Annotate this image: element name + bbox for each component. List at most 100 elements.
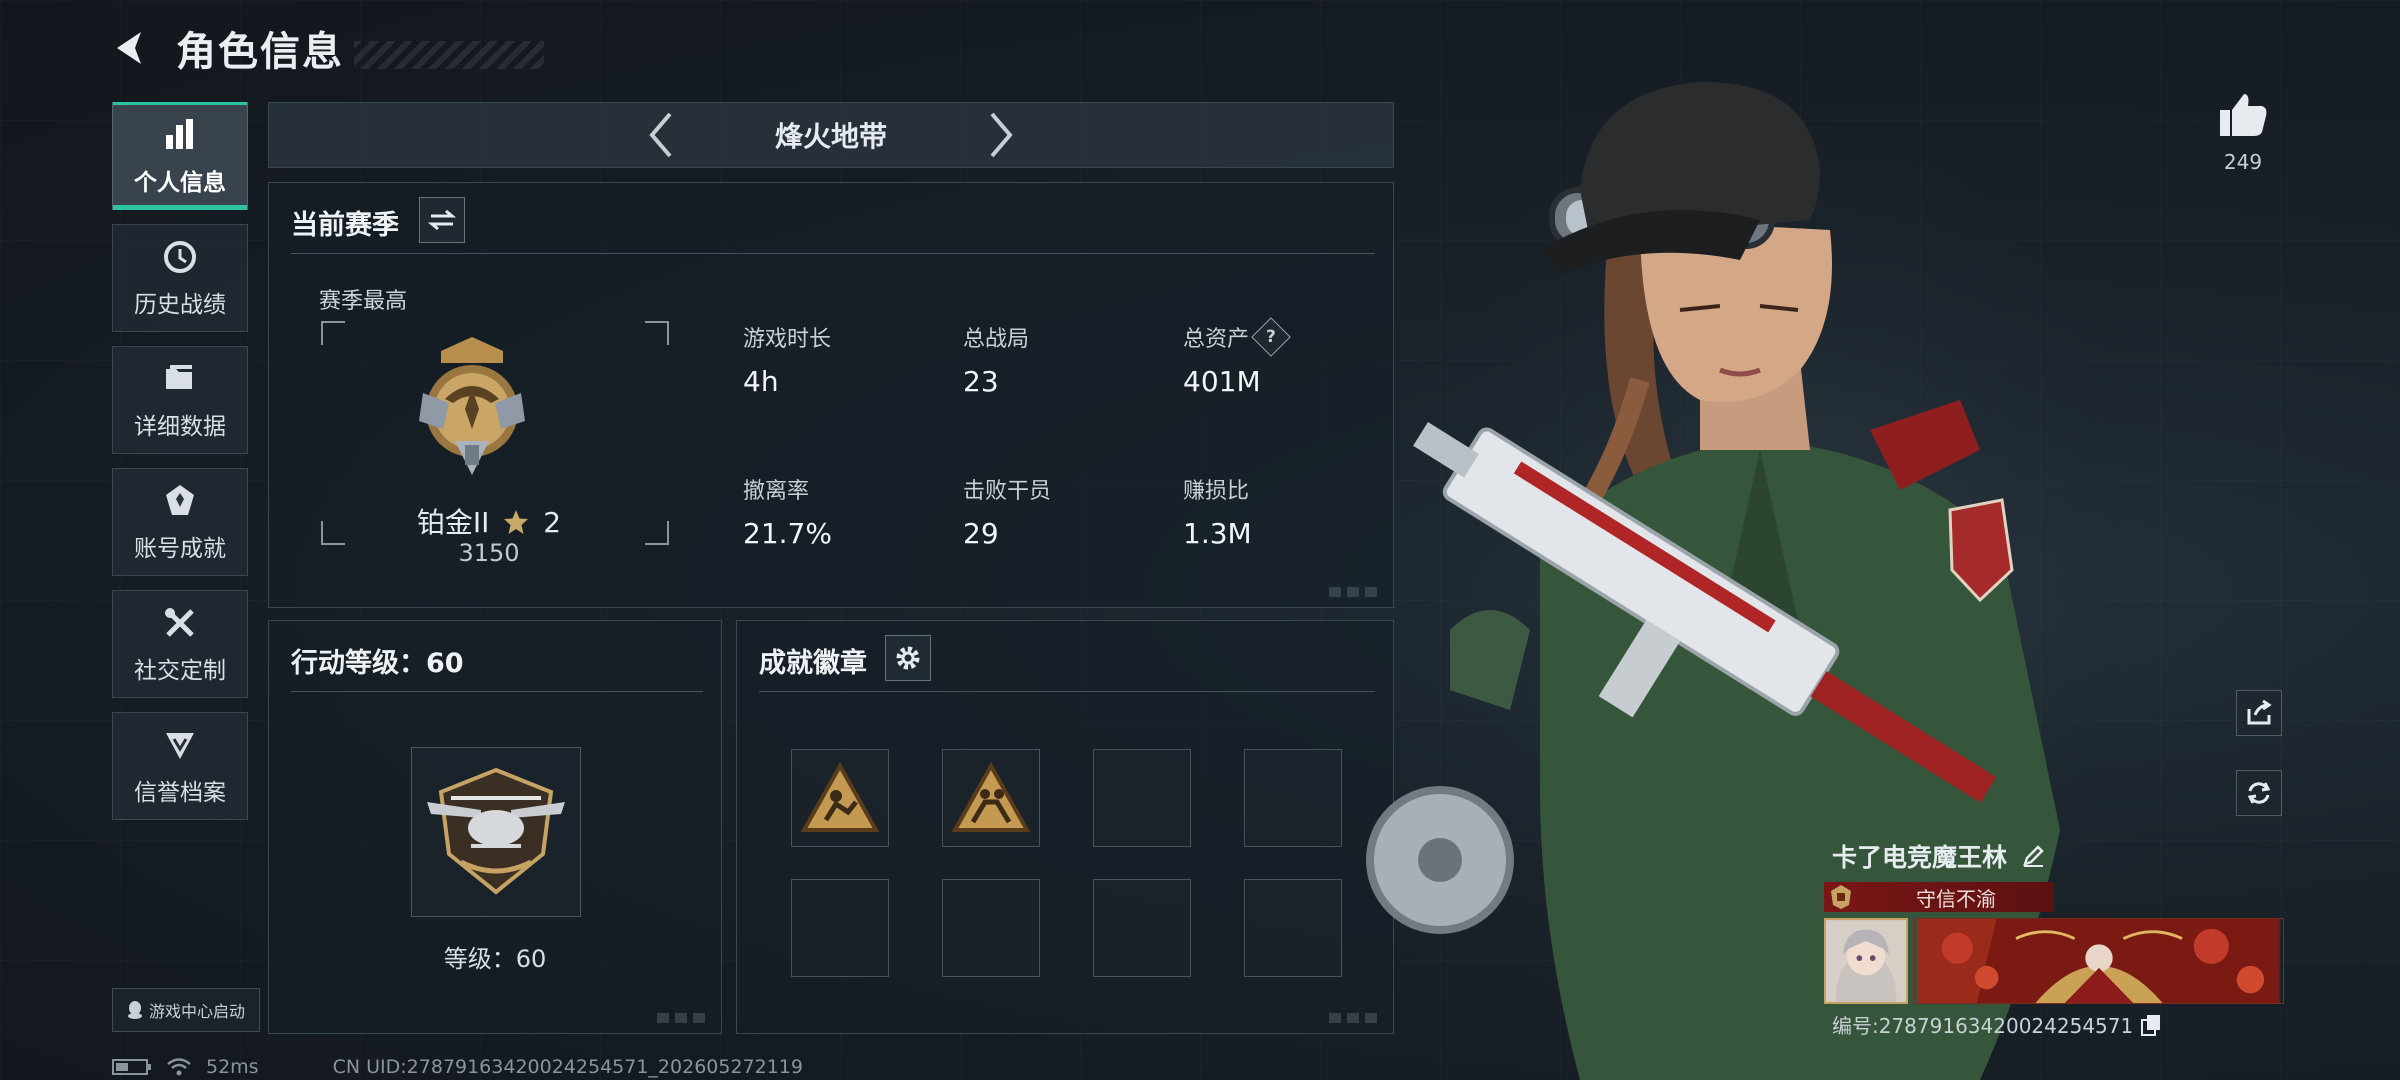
status-bar: 52ms CN UID:27879163420024254571_2026052… <box>112 1054 803 1080</box>
player-card: 卡了电竞魔王林 守信不渝 编号:278791634200242545 <box>1824 838 2284 1039</box>
mode-selector: 烽火地带 <box>268 102 1394 168</box>
like-count: 249 <box>2223 150 2263 174</box>
edit-pencil-icon[interactable] <box>2021 844 2045 868</box>
action-level-panel: 行动等级：60 等级：60 <box>268 620 722 1034</box>
action-level-badge[interactable] <box>411 747 581 917</box>
player-banner-image[interactable] <box>1914 918 2284 1004</box>
badge-slot[interactable] <box>942 749 1040 847</box>
mode-title: 烽火地带 <box>774 120 887 153</box>
swap-icon <box>428 209 456 231</box>
season-switch-button[interactable] <box>419 197 465 243</box>
share-button[interactable] <box>2236 690 2282 736</box>
player-title: 守信不渝 <box>1916 886 1996 911</box>
stat-value: 29 <box>963 517 999 550</box>
achievement-badges-panel: 成就徽章 <box>736 620 1394 1034</box>
title-emblem-icon <box>1824 882 1858 912</box>
card-images <box>1824 918 2284 1004</box>
stat-total-assets: 总资产 ? 401M <box>1183 317 1291 398</box>
page-title: 角色信息 <box>176 29 344 75</box>
launch-label: 游戏中心启动 <box>148 1002 245 1021</box>
triangle-badge-icon <box>800 762 880 832</box>
stat-value: 4h <box>743 365 779 398</box>
stat-operators-defeated: 击败干员 29 <box>963 473 1051 550</box>
badge-slot-empty[interactable] <box>942 879 1040 977</box>
panel-divider <box>759 691 1375 692</box>
sidebar: 个人信息 历史战绩 详细数据 账号成就 社交定制 信誉档案 <box>112 102 248 834</box>
sidebar-item-reputation[interactable]: 信誉档案 <box>112 712 248 820</box>
title-decoration <box>354 41 544 69</box>
badge-slot-empty[interactable] <box>791 879 889 977</box>
season-title: 当前赛季 <box>291 210 399 241</box>
stat-label: 赚损比 <box>1183 479 1250 504</box>
sidebar-item-social[interactable]: 社交定制 <box>112 590 248 698</box>
rank-stars: 2 <box>543 506 562 539</box>
chevron-right-icon <box>990 112 1013 158</box>
badge-slot[interactable] <box>791 749 889 847</box>
stat-play-time: 游戏时长 4h <box>743 321 831 398</box>
player-avatar[interactable] <box>1824 918 1908 1004</box>
sidebar-item-label: 详细数据 <box>134 414 226 440</box>
qq-icon <box>127 1001 142 1019</box>
help-text: ? <box>1266 327 1276 347</box>
badges-settings-button[interactable] <box>885 635 931 681</box>
season-panel: 当前赛季 赛季最高 铂金II 2 3150 游戏时长 4h 总战局 23 总资产… <box>268 182 1394 608</box>
stat-label: 游戏时长 <box>743 327 832 352</box>
stat-value: 401M <box>1183 365 1261 398</box>
badges-title: 成就徽章 <box>759 648 867 679</box>
sidebar-item-achievements[interactable]: 账号成就 <box>112 468 248 576</box>
star-icon <box>504 510 529 534</box>
ping-text: 52ms <box>206 1056 259 1078</box>
season-best-label: 赛季最高 <box>319 289 408 314</box>
player-id-row: 编号:2787916342002425457​1 <box>1832 1010 2284 1039</box>
sidebar-item-history[interactable]: 历史战绩 <box>112 224 248 332</box>
platinum-rank-badge-icon <box>419 337 525 475</box>
refresh-icon <box>2247 782 2271 804</box>
wifi-icon <box>167 1058 191 1076</box>
stat-label: 撤离率 <box>743 479 810 504</box>
sidebar-item-personal-info[interactable]: 个人信息 <box>112 102 248 210</box>
sidebar-item-label: 个人信息 <box>134 170 226 196</box>
player-title-bar[interactable]: 守信不渝 <box>1824 882 2054 912</box>
badge-slot-empty[interactable] <box>1244 749 1342 847</box>
achievement-icon <box>160 481 200 521</box>
panel-divider <box>291 691 703 692</box>
tools-icon <box>160 603 200 643</box>
like-button[interactable]: 249 <box>2210 92 2276 174</box>
sidebar-item-label: 账号成就 <box>134 536 226 562</box>
chevron-left-icon <box>649 112 672 158</box>
back-button[interactable] <box>110 27 152 69</box>
thumbs-up-icon <box>2220 94 2267 136</box>
back-arrow-icon <box>117 32 141 64</box>
refresh-button[interactable] <box>2236 770 2282 816</box>
badge-slot-empty[interactable] <box>1244 879 1342 977</box>
gear-icon <box>896 646 920 670</box>
game-center-launch-button[interactable]: 游戏中心启动 <box>112 988 260 1032</box>
sidebar-item-detailed-data[interactable]: 详细数据 <box>112 346 248 454</box>
stat-value: 1.3M <box>1183 517 1252 550</box>
help-icon[interactable]: ? <box>1251 317 1291 357</box>
stat-label: 击败干员 <box>963 479 1052 504</box>
stat-value: 21.7% <box>743 517 832 550</box>
folder-icon <box>160 359 200 399</box>
triangle-badge-icon <box>951 762 1031 832</box>
copy-icon[interactable] <box>2141 1014 2161 1036</box>
mode-prev-button[interactable] <box>641 105 681 165</box>
player-name: 卡了电竞魔王林 <box>1832 843 2008 872</box>
action-level-title: 行动等级：60 <box>291 648 464 679</box>
player-name-row: 卡了电竞魔王林 <box>1832 838 2284 874</box>
badge-slot-empty[interactable] <box>1093 879 1191 977</box>
bar-chart-icon <box>160 115 200 155</box>
share-icon <box>2247 699 2272 725</box>
player-id: 编号:2787916342002425457​1 <box>1832 1014 2134 1038</box>
stat-label: 总战局 <box>963 327 1030 352</box>
helicopter-emblem-icon <box>427 767 565 895</box>
mode-next-button[interactable] <box>981 105 1021 165</box>
reputation-icon <box>160 725 200 765</box>
stat-value: 23 <box>963 365 999 398</box>
corner-decoration <box>657 1013 711 1023</box>
rank-name: 铂金II 2 <box>329 501 649 541</box>
badge-slot-empty[interactable] <box>1093 749 1191 847</box>
stat-label-row: 总资产 ? <box>1183 317 1291 357</box>
stat-profit-loss: 赚损比 1.3M <box>1183 473 1252 550</box>
rank-name-text: 铂金II <box>416 506 490 539</box>
